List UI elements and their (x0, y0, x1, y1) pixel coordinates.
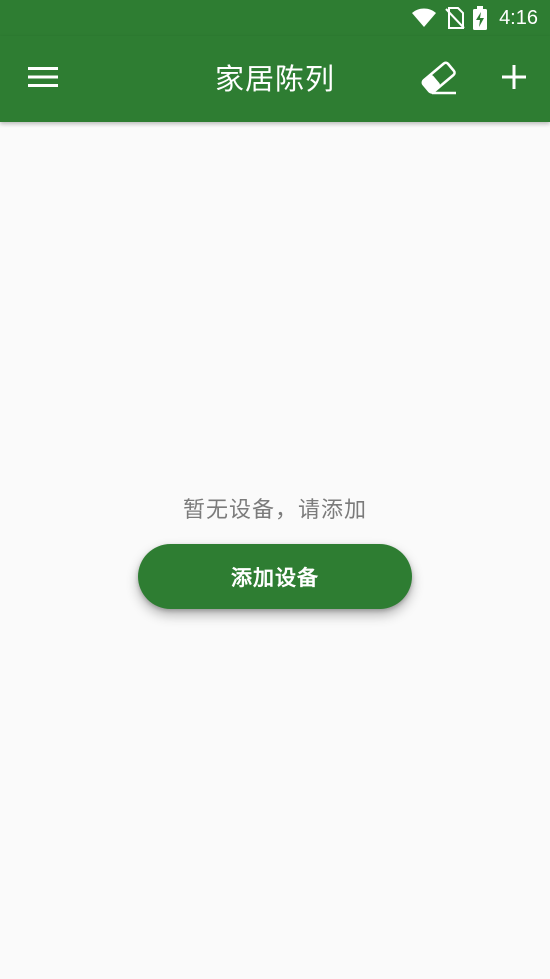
eraser-icon (420, 60, 458, 100)
battery-charging-icon (473, 6, 488, 30)
status-bar: 4:16 (0, 0, 550, 36)
wifi-icon (411, 8, 437, 28)
menu-icon (28, 66, 58, 92)
app-bar: 家居陈列 (0, 36, 550, 122)
no-sim-icon (445, 7, 465, 29)
menu-button[interactable] (22, 58, 64, 100)
status-icons: 4:16 (411, 0, 538, 36)
plus-icon (502, 65, 526, 93)
clear-button[interactable] (417, 58, 461, 102)
page-title: 家居陈列 (214, 62, 335, 96)
add-button[interactable] (493, 58, 535, 100)
status-time: 4:16 (499, 6, 538, 29)
empty-state-message: 暂无设备，请添加 (182, 498, 367, 523)
add-device-button[interactable]: 添加设备 (138, 544, 412, 609)
